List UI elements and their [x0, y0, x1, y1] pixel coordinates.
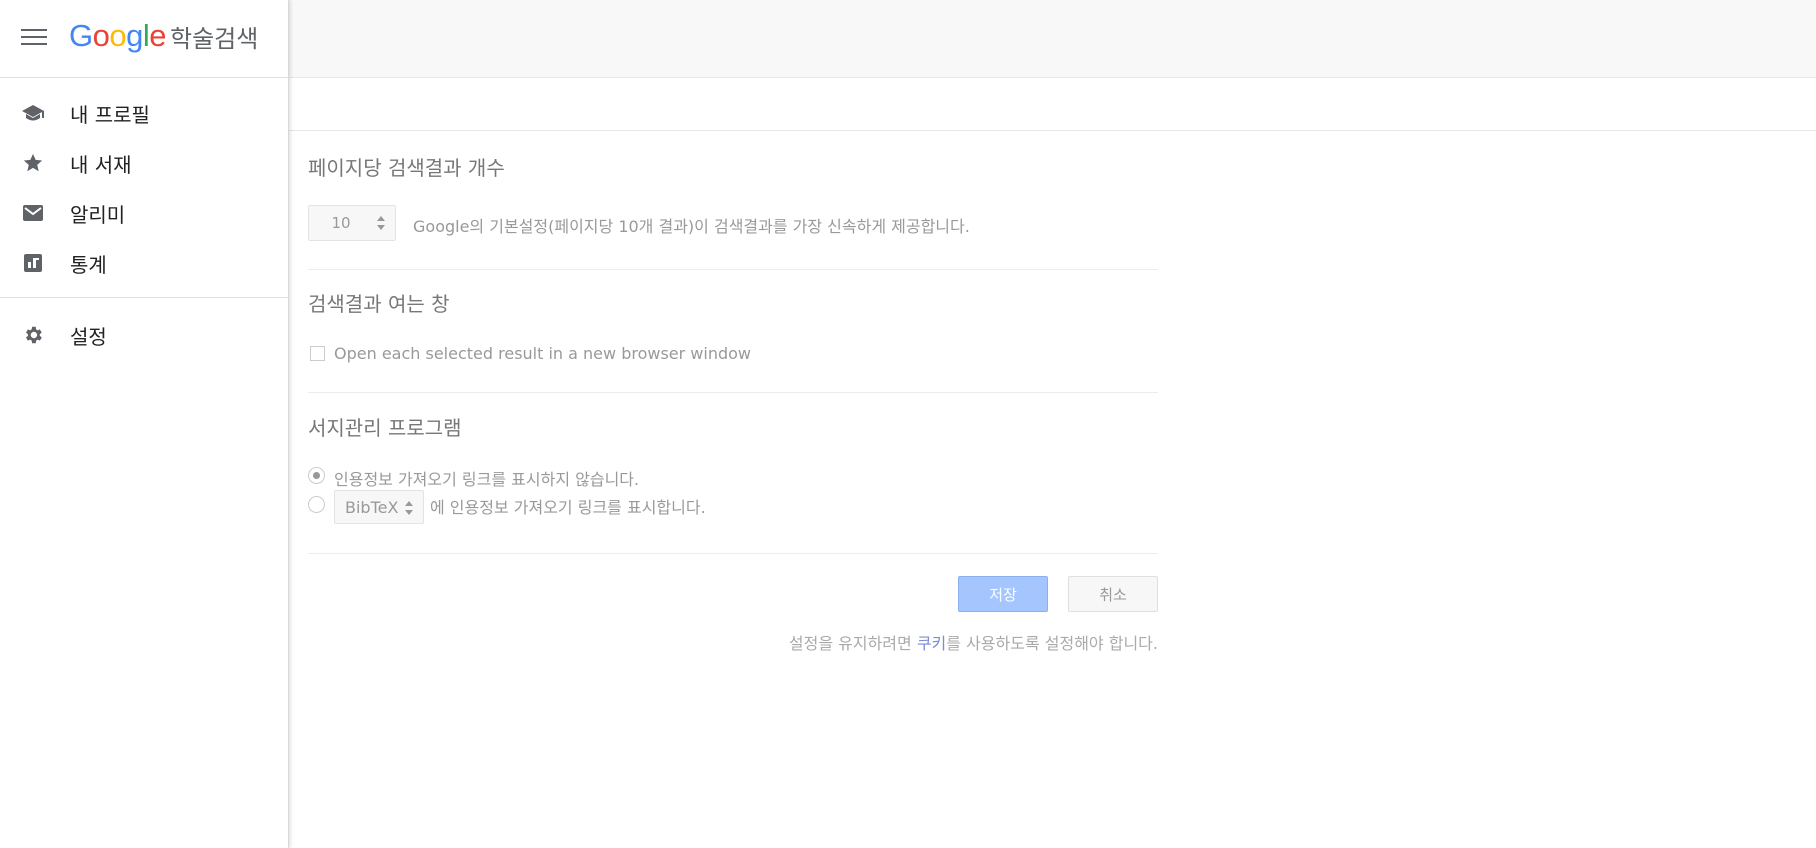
graduation-cap-icon — [21, 102, 45, 124]
radio-show-import-links[interactable] — [308, 496, 325, 513]
citation-format-value: BibTeX — [345, 498, 399, 517]
google-scholar-logo[interactable]: Google 학술검색 — [69, 16, 258, 56]
stats-chart-icon — [21, 252, 45, 274]
section-divider — [308, 269, 1158, 270]
sidebar-item-settings[interactable]: 설정 — [0, 313, 288, 357]
star-icon — [21, 152, 45, 174]
logo-letter: o — [92, 18, 110, 53]
section-divider — [308, 553, 1158, 554]
cookie-notice: 설정을 유지하려면 쿠키를 사용하도록 설정해야 합니다. — [789, 630, 1158, 654]
save-button[interactable]: 저장 — [958, 576, 1048, 612]
google-wordmark: Google — [69, 18, 167, 54]
logo-product-name: 학술검색 — [170, 24, 259, 53]
logo-letter: e — [149, 18, 167, 53]
sidebar-item-label: 내 프로필 — [70, 102, 150, 127]
radio-hide-import-links-label[interactable]: 인용정보 가져오기 링크를 표시하지 않습니다. — [334, 466, 639, 490]
sidebar-item-alerts[interactable]: 알리미 — [0, 191, 288, 235]
new-window-checkbox-label[interactable]: Open each selected result in a new brows… — [334, 344, 751, 363]
sidebar-item-label: 내 서재 — [70, 152, 132, 177]
sidebar-item-label: 통계 — [70, 252, 107, 277]
hamburger-menu-icon[interactable] — [21, 25, 47, 51]
sidebar-item-my-library[interactable]: 내 서재 — [0, 141, 288, 185]
section-divider — [308, 392, 1158, 393]
logo-letter: g — [126, 18, 143, 53]
select-arrows-icon — [377, 216, 385, 232]
new-window-checkbox[interactable] — [310, 346, 325, 361]
result-window-title: 검색결과 여는 창 — [308, 292, 450, 316]
envelope-icon — [21, 202, 45, 224]
radio-show-import-links-label: 에 인용정보 가져오기 링크를 표시합니다. — [430, 498, 706, 517]
sidebar-item-label: 설정 — [70, 324, 107, 349]
sub-bar — [289, 78, 1816, 131]
sidebar: Google 학술검색 내 프로필 내 서재 알리미 통계 설정 — [0, 0, 289, 848]
sidebar-item-my-profile[interactable]: 내 프로필 — [0, 91, 288, 135]
results-per-page-select[interactable]: 10 — [308, 205, 396, 241]
results-per-page-value: 10 — [331, 214, 351, 232]
cancel-button[interactable]: 취소 — [1068, 576, 1158, 612]
radio-hide-import-links[interactable] — [308, 467, 325, 484]
sidebar-header: Google 학술검색 — [0, 0, 288, 78]
results-per-page-title: 페이지당 검색결과 개수 — [308, 156, 505, 180]
cookie-link[interactable]: 쿠키 — [917, 634, 946, 653]
select-arrows-icon — [405, 501, 413, 517]
cookie-notice-text: 설정을 유지하려면 — [788, 634, 917, 653]
gear-icon — [21, 324, 45, 346]
results-per-page-description: Google의 기본설정(페이지당 10개 결과)이 검색결과를 가장 신속하게… — [413, 217, 970, 236]
sidebar-item-label: 알리미 — [70, 202, 126, 227]
top-bar — [289, 0, 1816, 78]
logo-letter: o — [109, 18, 127, 53]
citation-format-select[interactable]: BibTeX — [334, 490, 424, 524]
cookie-notice-text-end: 를 사용하도록 설정해야 합니다. — [946, 634, 1158, 653]
sidebar-item-stats[interactable]: 통계 — [0, 241, 288, 285]
sidebar-divider — [0, 297, 288, 298]
bibliography-manager-title: 서지관리 프로그램 — [308, 416, 462, 440]
logo-letter: G — [69, 18, 93, 53]
